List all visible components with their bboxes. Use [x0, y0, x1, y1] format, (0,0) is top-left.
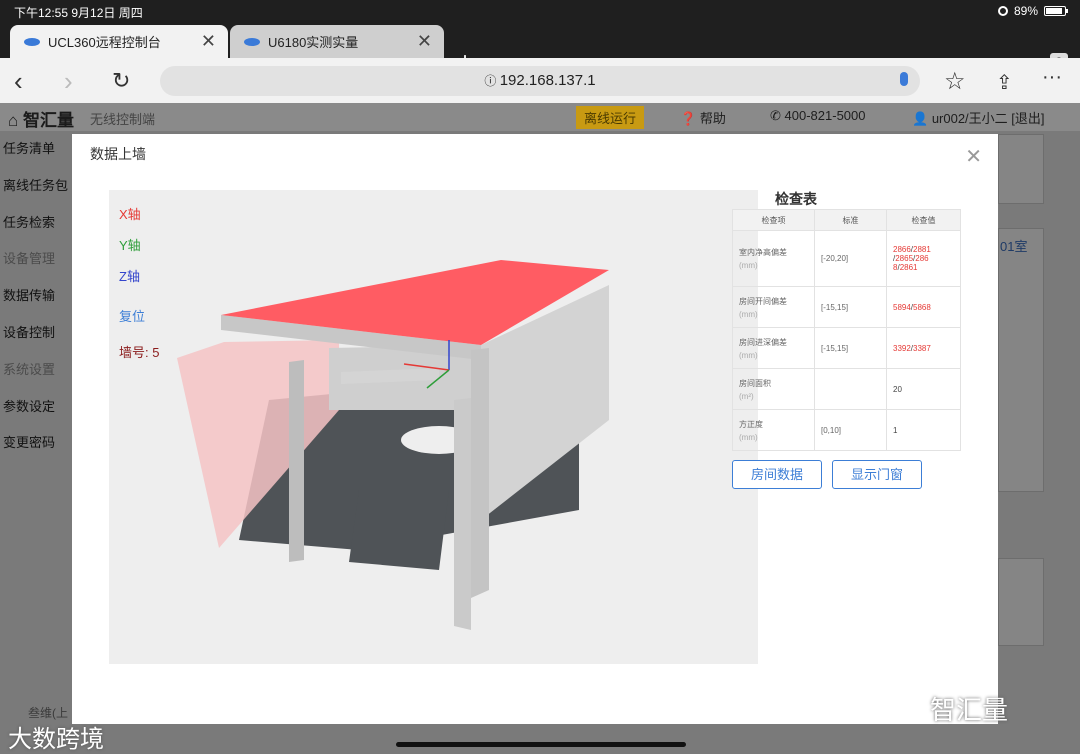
check-value-cell: 5894/5868 [886, 286, 961, 328]
phone-text: ✆ 400-821-5000 [770, 108, 866, 123]
standard-cell: [-15,15] [814, 327, 887, 369]
microphone-icon[interactable] [900, 72, 908, 86]
background-room-label: 01室 [1000, 239, 1028, 254]
show-doors-windows-button[interactable]: 显示门窗 [832, 460, 922, 489]
back-icon[interactable]: ‹ [14, 66, 23, 97]
share-icon[interactable]: ⇪ [996, 70, 1013, 95]
help-icon: ❓ [680, 111, 697, 126]
sidebar-item-tasks[interactable]: 任务清单 [0, 131, 72, 168]
background-card [998, 134, 1044, 204]
status-bar: 下午12:55 9月12日 周四 89% [0, 0, 1080, 22]
favicon-icon [244, 37, 260, 46]
sidebar: 任务清单 离线任务包 任务检索 设备管理 数据传输 设备控制 系统设置 参数设定… [0, 131, 72, 754]
sidebar-item-password[interactable]: 变更密码 [0, 425, 72, 462]
app-subtitle: 无线控制端 [90, 112, 156, 127]
reload-icon[interactable]: ↻ [112, 68, 130, 94]
check-item-cell: 房间开间偏差 (mm) [732, 286, 815, 328]
data-wall-dialog: 数据上墙 ✕ X轴 Y轴 Z轴 复位 墙号: 5 检查表 检查项 标准 检查值 … [72, 134, 998, 724]
more-icon[interactable]: ··· [1042, 66, 1062, 89]
background-card [998, 228, 1044, 492]
battery-percent: 89% [1013, 4, 1038, 18]
column-header: 检查值 [886, 209, 961, 231]
sidebar-item-control[interactable]: 设备控制 [0, 315, 72, 352]
pointcloud-viewer[interactable]: X轴 Y轴 Z轴 复位 墙号: 5 [109, 190, 758, 664]
close-tab-icon[interactable]: ✕ [417, 31, 432, 52]
column-header: 检查项 [732, 209, 815, 231]
wall-number-label: 墙号: 5 [119, 345, 160, 360]
check-value-cell: 20 [886, 368, 961, 410]
browser-toolbar: ‹ › ↻ ⓘ 192.168.137.1 ☆ ⇪ ··· [0, 58, 1080, 103]
battery-icon [1044, 6, 1068, 16]
offline-badge: 离线运行 [576, 106, 645, 129]
standard-cell: [-20,20] [814, 230, 887, 287]
sidebar-item-system: 系统设置 [3, 361, 56, 377]
user-icon: 👤 [912, 111, 929, 126]
sidebar-item-offline[interactable]: 离线任务包 [0, 168, 72, 205]
check-item-cell: 室内净高偏差 (mm) [732, 230, 815, 287]
table-row: 房间开间偏差 (mm) [-15,15] 5894/5868 [732, 286, 961, 328]
check-item-cell: 房间进深偏差 (mm) [732, 327, 815, 369]
reset-view-button[interactable]: 复位 [119, 306, 145, 325]
standard-cell [814, 368, 887, 410]
forward-icon[interactable]: › [64, 66, 73, 97]
background-card [998, 558, 1044, 646]
info-icon: ⓘ [484, 74, 500, 88]
pointcloud-render [177, 260, 609, 630]
sidebar-item-transfer[interactable]: 数据传输 [0, 278, 72, 315]
phone-icon: ✆ [770, 108, 781, 123]
tab-label: U6180实测实量 [268, 35, 359, 50]
orientation-lock-icon [997, 6, 1008, 16]
sidebar-item-devices: 设备管理 [3, 251, 56, 267]
home-indicator[interactable] [396, 742, 686, 747]
standard-cell: [0,10] [814, 409, 887, 451]
y-axis-button[interactable]: Y轴 [119, 235, 141, 254]
table-row: 室内净高偏差 (mm) [-20,20] 2866/2881/2865/286 8/28… [732, 230, 961, 287]
check-table-title: 检查表 [775, 191, 817, 207]
column-header: 标准 [814, 209, 887, 231]
url-text: 192.168.137.1 [499, 72, 596, 89]
table-row: 方正度 (mm) [0,10] 1 [732, 409, 961, 451]
help-link[interactable]: ❓ 帮助 [680, 108, 726, 127]
status-time: 下午12:55 9月12日 周四 [14, 6, 143, 20]
standard-cell: [-15,15] [814, 286, 887, 328]
sidebar-item-search[interactable]: 任务检索 [0, 205, 72, 242]
check-table: 检查项 标准 检查值 室内净高偏差 (mm) [-20,20] 2866/2881/2… [732, 209, 961, 451]
address-bar[interactable]: ⓘ 192.168.137.1 [160, 66, 920, 96]
user-link[interactable]: 👤 ur002/王小二 [退出] [912, 108, 1045, 127]
watermark-brand: 智汇量 [930, 695, 1009, 725]
watermark-source: 大数跨境 [8, 726, 104, 753]
sidebar-item-params[interactable]: 参数设定 [0, 389, 72, 426]
check-value-cell: 2866/2881/2865/286 8/2861 [886, 230, 961, 287]
tab-bar: UCL360远程控制台 ✕ U6180实测实量 ✕ + 2 [0, 22, 1080, 75]
tab-label: UCL360远程控制台 [48, 35, 161, 50]
tab-ucl360[interactable]: UCL360远程控制台 ✕ [10, 25, 228, 58]
z-axis-button[interactable]: Z轴 [119, 266, 140, 285]
table-row: 房间面积 (m²) 20 [732, 368, 961, 410]
room-data-button[interactable]: 房间数据 [732, 460, 822, 489]
dialog-title: 数据上墙 [90, 146, 146, 162]
check-item-cell: 房间面积 (m²) [732, 368, 815, 410]
app-logo: ⌂ 智汇量 [8, 111, 74, 130]
tab-u6180[interactable]: U6180实测实量 ✕ [230, 25, 444, 58]
x-axis-button[interactable]: X轴 [119, 204, 141, 223]
check-value-cell: 3392/3387 [886, 327, 961, 369]
close-icon[interactable]: ✕ [965, 144, 982, 169]
check-item-cell: 方正度 (mm) [732, 409, 815, 451]
app-header: ⌂ 智汇量 无线控制端 离线运行 ❓ 帮助 ✆ 400-821-5000 👤 u… [0, 103, 1080, 131]
close-tab-icon[interactable]: ✕ [201, 31, 216, 52]
table-row: 房间进深偏差 (mm) [-15,15] 3392/3387 [732, 327, 961, 369]
bookmark-star-icon[interactable]: ☆ [944, 67, 966, 96]
check-value-cell: 1 [886, 409, 961, 451]
favicon-icon [24, 37, 40, 46]
